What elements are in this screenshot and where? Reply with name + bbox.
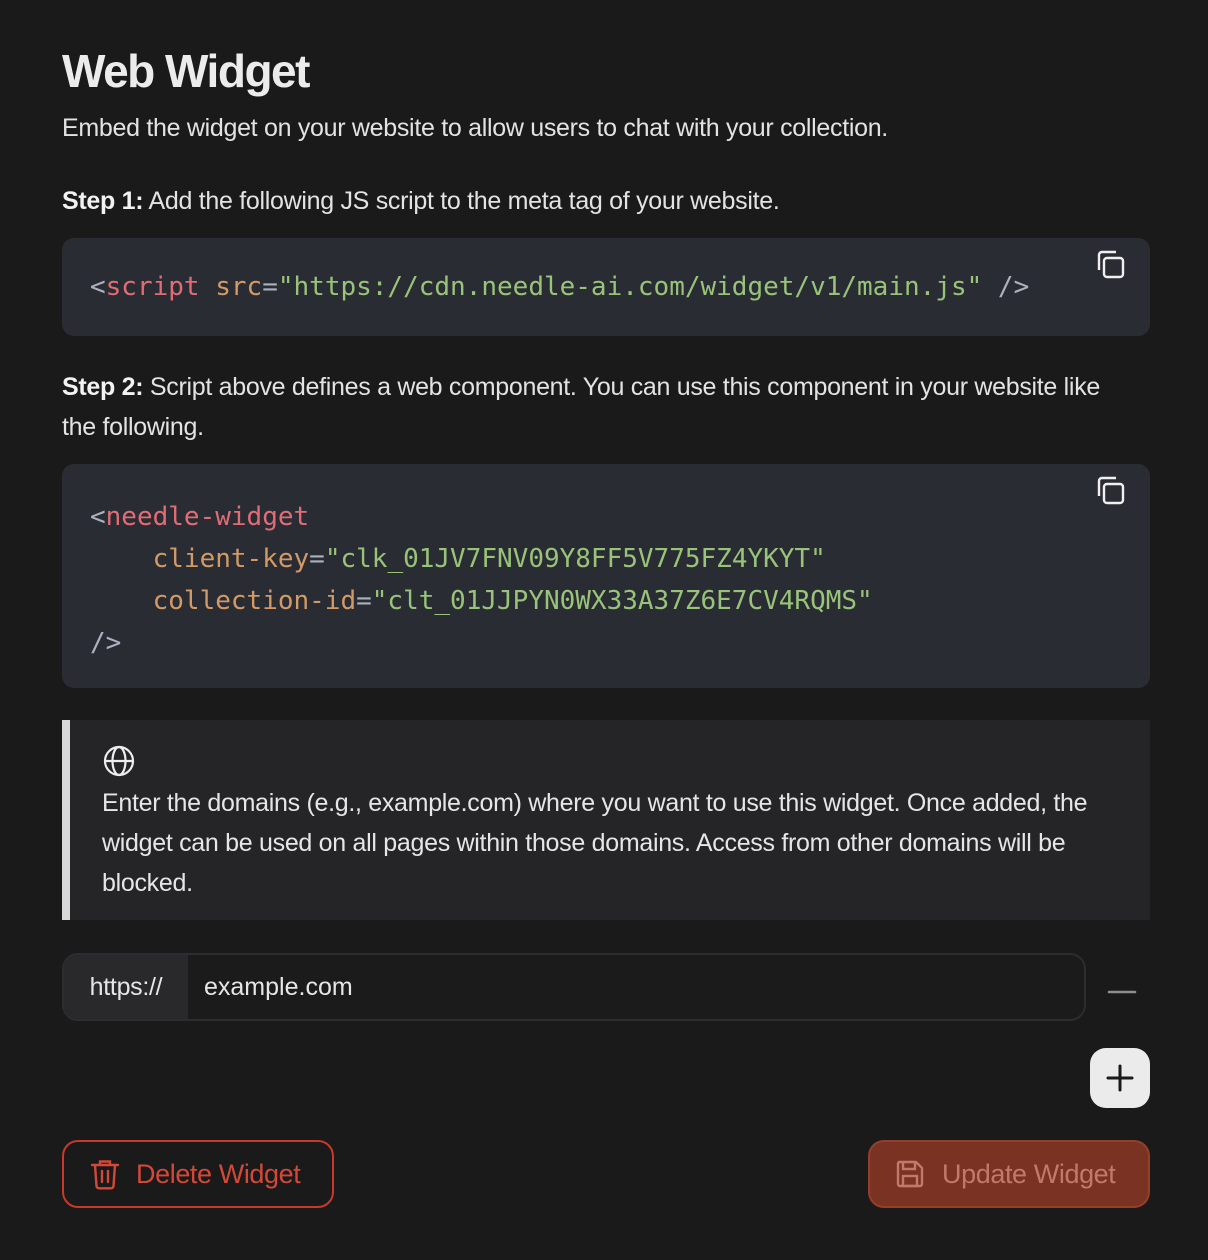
code-string: "clk_01JV7FNV09Y8FF5V775FZ4YKYT" bbox=[324, 544, 826, 574]
code-attr: src bbox=[215, 272, 263, 302]
delete-widget-button[interactable]: Delete Widget bbox=[62, 1140, 334, 1208]
step-1-text: Add the following JS script to the meta … bbox=[143, 187, 780, 215]
add-domain-button[interactable] bbox=[1090, 1048, 1150, 1108]
minus-icon bbox=[1107, 990, 1137, 994]
save-icon bbox=[896, 1160, 924, 1188]
step-2-instruction: Step 2: Script above defines a web compo… bbox=[62, 367, 1112, 447]
code-tag: needle-widget bbox=[105, 502, 310, 532]
code-token: < bbox=[90, 502, 106, 532]
copy-script-button[interactable] bbox=[1092, 246, 1128, 282]
update-widget-button[interactable]: Update Widget bbox=[868, 1140, 1150, 1208]
copy-icon bbox=[1097, 476, 1125, 505]
code-token: = bbox=[262, 272, 278, 302]
code-token: = bbox=[356, 586, 372, 616]
code-token: = bbox=[309, 544, 325, 574]
code-attr: collection-id bbox=[152, 586, 357, 616]
step-1-label: Step 1: bbox=[62, 187, 144, 215]
code-attr: client-key bbox=[152, 544, 310, 574]
page-subtitle: Embed the widget on your website to allo… bbox=[62, 114, 888, 142]
update-widget-label: Update Widget bbox=[942, 1158, 1116, 1189]
script-code-block: <script src="https://cdn.needle-ai.com/w… bbox=[62, 238, 1150, 336]
code-tag: script bbox=[105, 272, 200, 302]
code-token: /> bbox=[90, 628, 122, 658]
code-string: "clt_01JJPYN0WX33A37Z6E7CV4RQMS" bbox=[371, 586, 873, 616]
domain-field: https:// bbox=[62, 953, 1086, 1021]
code-line: <needle-widget bbox=[90, 496, 1150, 538]
code-string: "https://cdn.needle-ai.com/widget/v1/mai… bbox=[277, 272, 983, 302]
protocol-prefix: https:// bbox=[64, 955, 188, 1019]
code-line: <script src="https://cdn.needle-ai.com/w… bbox=[90, 268, 1150, 310]
remove-domain-button[interactable] bbox=[1102, 978, 1142, 1006]
copy-component-button[interactable] bbox=[1092, 472, 1128, 508]
plus-icon bbox=[1106, 1064, 1134, 1092]
domain-input[interactable] bbox=[188, 955, 1084, 1019]
step-2-text: Script above defines a web component. Yo… bbox=[62, 373, 1100, 441]
code-line: collection-id="clt_01JJPYN0WX33A37Z6E7CV… bbox=[90, 580, 1150, 622]
component-code-block: <needle-widget client-key="clk_01JV7FNV0… bbox=[62, 464, 1150, 688]
trash-icon bbox=[90, 1160, 120, 1190]
domain-info-callout: Enter the domains (e.g., example.com) wh… bbox=[62, 720, 1150, 920]
step-1-instruction: Step 1: Add the following JS script to t… bbox=[62, 181, 1112, 221]
globe-icon bbox=[103, 745, 135, 777]
copy-icon bbox=[1097, 250, 1125, 279]
delete-widget-label: Delete Widget bbox=[136, 1158, 301, 1189]
page-title: Web Widget bbox=[62, 45, 310, 97]
code-line: client-key="clk_01JV7FNV09Y8FF5V775FZ4YK… bbox=[90, 538, 1150, 580]
code-line: /> bbox=[90, 622, 1150, 664]
code-token: /> bbox=[982, 272, 1030, 302]
step-2-label: Step 2: bbox=[62, 373, 144, 401]
code-token: < bbox=[90, 272, 106, 302]
callout-text: Enter the domains (e.g., example.com) wh… bbox=[102, 789, 1088, 897]
